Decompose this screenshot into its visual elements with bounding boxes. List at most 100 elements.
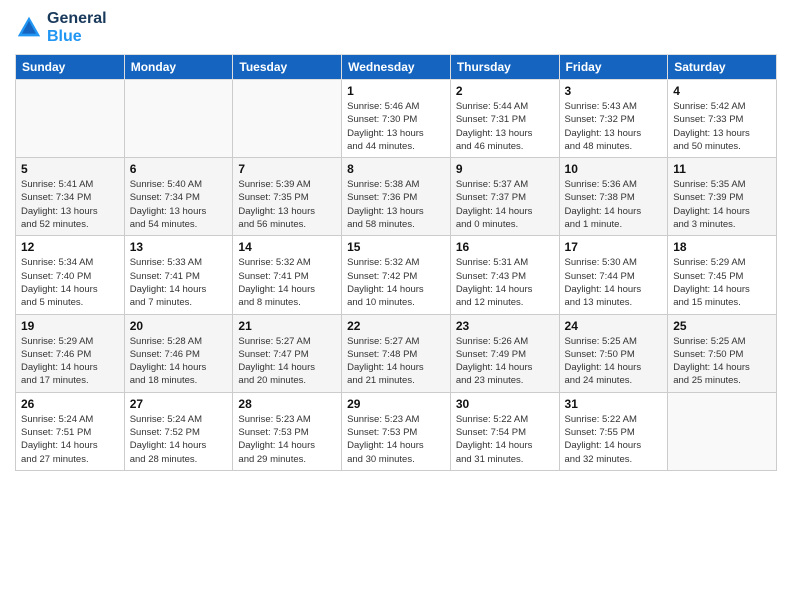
- calendar-cell: 2 Sunrise: 5:44 AM Sunset: 7:31 PM Daylig…: [450, 80, 559, 158]
- day-of-week-header: Wednesday: [342, 55, 451, 80]
- day-info: Sunrise: 5:37 AM Sunset: 7:37 PM Dayligh…: [456, 178, 554, 231]
- calendar-cell: 31 Sunrise: 5:22 AM Sunset: 7:55 PM Dayli…: [559, 392, 668, 470]
- day-info: Sunrise: 5:33 AM Sunset: 7:41 PM Dayligh…: [130, 256, 228, 309]
- calendar-cell: 3 Sunrise: 5:43 AM Sunset: 7:32 PM Daylig…: [559, 80, 668, 158]
- calendar-cell: 14 Sunrise: 5:32 AM Sunset: 7:41 PM Dayli…: [233, 236, 342, 314]
- day-number: 17: [565, 240, 663, 254]
- day-number: 11: [673, 162, 771, 176]
- day-number: 18: [673, 240, 771, 254]
- calendar-cell: [16, 80, 125, 158]
- day-number: 20: [130, 319, 228, 333]
- day-number: 10: [565, 162, 663, 176]
- day-number: 5: [21, 162, 119, 176]
- day-number: 27: [130, 397, 228, 411]
- page-container: General Blue SundayMondayTuesdayWednesda…: [0, 0, 792, 476]
- day-info: Sunrise: 5:23 AM Sunset: 7:53 PM Dayligh…: [347, 413, 445, 466]
- header: General Blue: [15, 10, 777, 46]
- day-info: Sunrise: 5:44 AM Sunset: 7:31 PM Dayligh…: [456, 100, 554, 153]
- day-info: Sunrise: 5:29 AM Sunset: 7:46 PM Dayligh…: [21, 335, 119, 388]
- logo: General Blue: [15, 10, 107, 46]
- day-number: 24: [565, 319, 663, 333]
- calendar-cell: 5 Sunrise: 5:41 AM Sunset: 7:34 PM Daylig…: [16, 158, 125, 236]
- calendar-cell: 9Sunrise: 5:37 AM Sunset: 7:37 PM Daylig…: [450, 158, 559, 236]
- day-info: Sunrise: 5:46 AM Sunset: 7:30 PM Dayligh…: [347, 100, 445, 153]
- day-info: Sunrise: 5:40 AM Sunset: 7:34 PM Dayligh…: [130, 178, 228, 231]
- day-number: 31: [565, 397, 663, 411]
- day-number: 7: [238, 162, 336, 176]
- calendar-cell: 1Sunrise: 5:46 AM Sunset: 7:30 PM Daylig…: [342, 80, 451, 158]
- day-number: 25: [673, 319, 771, 333]
- calendar-cell: 13 Sunrise: 5:33 AM Sunset: 7:41 PM Dayli…: [124, 236, 233, 314]
- day-info: Sunrise: 5:34 AM Sunset: 7:40 PM Dayligh…: [21, 256, 119, 309]
- calendar-cell: 12 Sunrise: 5:34 AM Sunset: 7:40 PM Dayli…: [16, 236, 125, 314]
- day-info: Sunrise: 5:35 AM Sunset: 7:39 PM Dayligh…: [673, 178, 771, 231]
- calendar-cell: 4 Sunrise: 5:42 AM Sunset: 7:33 PM Daylig…: [668, 80, 777, 158]
- calendar-cell: 16Sunrise: 5:31 AM Sunset: 7:43 PM Dayli…: [450, 236, 559, 314]
- day-number: 13: [130, 240, 228, 254]
- day-number: 19: [21, 319, 119, 333]
- day-of-week-header: Thursday: [450, 55, 559, 80]
- calendar-cell: 19 Sunrise: 5:29 AM Sunset: 7:46 PM Dayli…: [16, 314, 125, 392]
- day-info: Sunrise: 5:41 AM Sunset: 7:34 PM Dayligh…: [21, 178, 119, 231]
- day-info: Sunrise: 5:32 AM Sunset: 7:41 PM Dayligh…: [238, 256, 336, 309]
- day-info: Sunrise: 5:28 AM Sunset: 7:46 PM Dayligh…: [130, 335, 228, 388]
- calendar-cell: 15 Sunrise: 5:32 AM Sunset: 7:42 PM Dayli…: [342, 236, 451, 314]
- day-of-week-header: Sunday: [16, 55, 125, 80]
- calendar-cell: [124, 80, 233, 158]
- day-number: 2: [456, 84, 554, 98]
- logo-text: General Blue: [47, 10, 107, 46]
- day-info: Sunrise: 5:32 AM Sunset: 7:42 PM Dayligh…: [347, 256, 445, 309]
- day-info: Sunrise: 5:27 AM Sunset: 7:47 PM Dayligh…: [238, 335, 336, 388]
- day-of-week-header: Friday: [559, 55, 668, 80]
- calendar-week-row: 19 Sunrise: 5:29 AM Sunset: 7:46 PM Dayli…: [16, 314, 777, 392]
- calendar-cell: 7 Sunrise: 5:39 AM Sunset: 7:35 PM Daylig…: [233, 158, 342, 236]
- day-info: Sunrise: 5:25 AM Sunset: 7:50 PM Dayligh…: [565, 335, 663, 388]
- calendar-cell: 24 Sunrise: 5:25 AM Sunset: 7:50 PM Dayli…: [559, 314, 668, 392]
- day-info: Sunrise: 5:42 AM Sunset: 7:33 PM Dayligh…: [673, 100, 771, 153]
- day-number: 15: [347, 240, 445, 254]
- calendar-week-row: 1Sunrise: 5:46 AM Sunset: 7:30 PM Daylig…: [16, 80, 777, 158]
- day-info: Sunrise: 5:24 AM Sunset: 7:51 PM Dayligh…: [21, 413, 119, 466]
- day-info: Sunrise: 5:43 AM Sunset: 7:32 PM Dayligh…: [565, 100, 663, 153]
- day-info: Sunrise: 5:27 AM Sunset: 7:48 PM Dayligh…: [347, 335, 445, 388]
- calendar-cell: 8Sunrise: 5:38 AM Sunset: 7:36 PM Daylig…: [342, 158, 451, 236]
- calendar-cell: 28 Sunrise: 5:23 AM Sunset: 7:53 PM Dayli…: [233, 392, 342, 470]
- day-number: 14: [238, 240, 336, 254]
- calendar-cell: 27 Sunrise: 5:24 AM Sunset: 7:52 PM Dayli…: [124, 392, 233, 470]
- day-info: Sunrise: 5:23 AM Sunset: 7:53 PM Dayligh…: [238, 413, 336, 466]
- day-info: Sunrise: 5:26 AM Sunset: 7:49 PM Dayligh…: [456, 335, 554, 388]
- day-info: Sunrise: 5:36 AM Sunset: 7:38 PM Dayligh…: [565, 178, 663, 231]
- calendar-cell: 11 Sunrise: 5:35 AM Sunset: 7:39 PM Dayli…: [668, 158, 777, 236]
- calendar-week-row: 12 Sunrise: 5:34 AM Sunset: 7:40 PM Dayli…: [16, 236, 777, 314]
- day-number: 28: [238, 397, 336, 411]
- calendar-cell: 29 Sunrise: 5:23 AM Sunset: 7:53 PM Dayli…: [342, 392, 451, 470]
- calendar-cell: 22Sunrise: 5:27 AM Sunset: 7:48 PM Dayli…: [342, 314, 451, 392]
- calendar-cell: 26Sunrise: 5:24 AM Sunset: 7:51 PM Dayli…: [16, 392, 125, 470]
- day-info: Sunrise: 5:22 AM Sunset: 7:54 PM Dayligh…: [456, 413, 554, 466]
- day-of-week-header: Tuesday: [233, 55, 342, 80]
- calendar-cell: [668, 392, 777, 470]
- day-number: 16: [456, 240, 554, 254]
- day-of-week-header: Monday: [124, 55, 233, 80]
- day-of-week-header: Saturday: [668, 55, 777, 80]
- day-number: 30: [456, 397, 554, 411]
- day-number: 12: [21, 240, 119, 254]
- calendar-cell: 23Sunrise: 5:26 AM Sunset: 7:49 PM Dayli…: [450, 314, 559, 392]
- calendar-cell: 20 Sunrise: 5:28 AM Sunset: 7:46 PM Dayli…: [124, 314, 233, 392]
- calendar-cell: 6Sunrise: 5:40 AM Sunset: 7:34 PM Daylig…: [124, 158, 233, 236]
- calendar-header-row: SundayMondayTuesdayWednesdayThursdayFrid…: [16, 55, 777, 80]
- calendar-cell: [233, 80, 342, 158]
- day-info: Sunrise: 5:25 AM Sunset: 7:50 PM Dayligh…: [673, 335, 771, 388]
- day-info: Sunrise: 5:38 AM Sunset: 7:36 PM Dayligh…: [347, 178, 445, 231]
- day-number: 4: [673, 84, 771, 98]
- day-info: Sunrise: 5:24 AM Sunset: 7:52 PM Dayligh…: [130, 413, 228, 466]
- calendar-cell: 30 Sunrise: 5:22 AM Sunset: 7:54 PM Dayli…: [450, 392, 559, 470]
- calendar-cell: 25 Sunrise: 5:25 AM Sunset: 7:50 PM Dayli…: [668, 314, 777, 392]
- day-info: Sunrise: 5:22 AM Sunset: 7:55 PM Dayligh…: [565, 413, 663, 466]
- calendar-cell: 10 Sunrise: 5:36 AM Sunset: 7:38 PM Dayli…: [559, 158, 668, 236]
- calendar-week-row: 26Sunrise: 5:24 AM Sunset: 7:51 PM Dayli…: [16, 392, 777, 470]
- calendar-table: SundayMondayTuesdayWednesdayThursdayFrid…: [15, 54, 777, 471]
- day-number: 3: [565, 84, 663, 98]
- day-info: Sunrise: 5:39 AM Sunset: 7:35 PM Dayligh…: [238, 178, 336, 231]
- day-number: 29: [347, 397, 445, 411]
